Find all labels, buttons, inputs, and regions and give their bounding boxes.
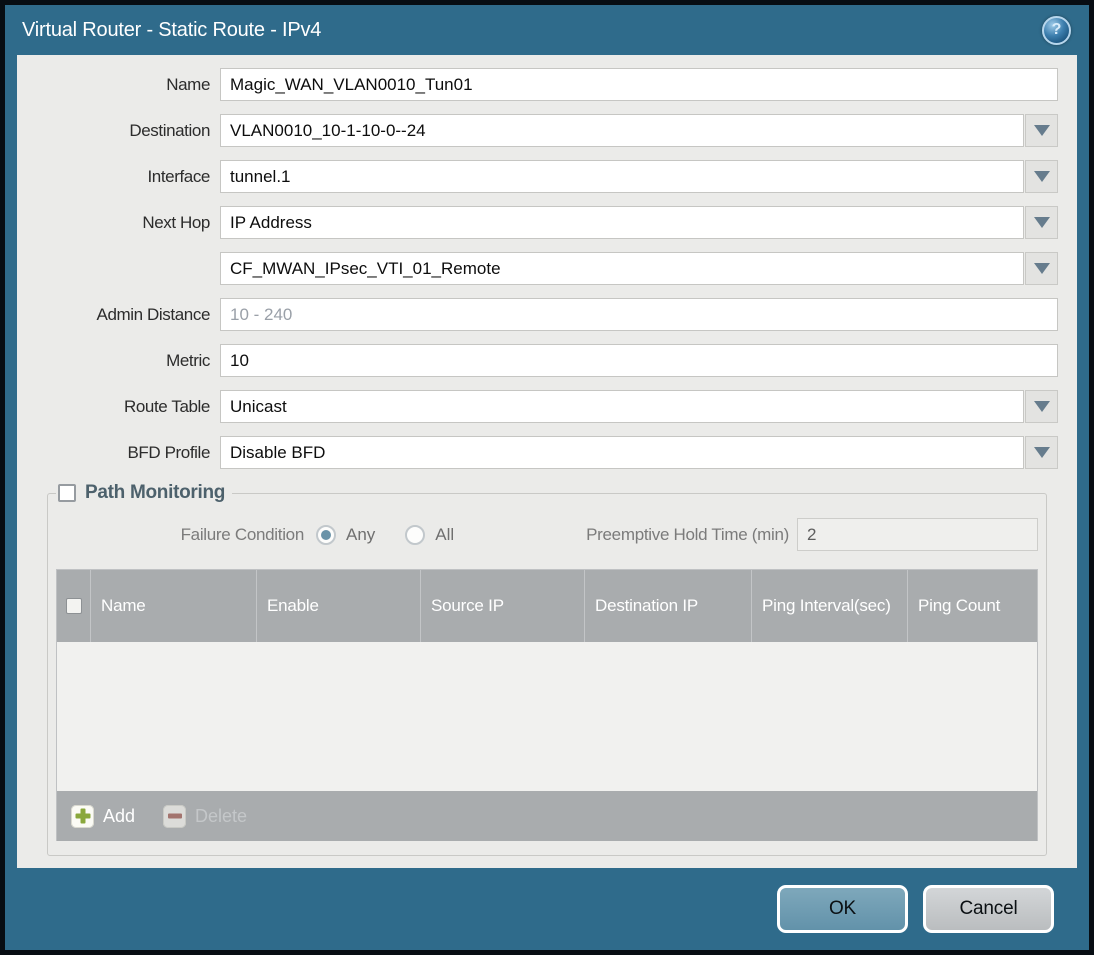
destination-label: Destination [129, 120, 210, 140]
next-hop-type-dropdown-button[interactable] [1025, 206, 1058, 239]
all-radio[interactable] [405, 524, 426, 545]
name-field-row: Name [36, 68, 1058, 101]
preemptive-hold-time-input[interactable] [797, 518, 1038, 551]
dialog-body: Name Destination Interface Next Hop [17, 55, 1077, 868]
chevron-down-icon [1033, 171, 1050, 182]
chevron-down-icon [1033, 447, 1050, 458]
metric-label: Metric [166, 350, 210, 370]
path-monitoring-legend: Path Monitoring [56, 482, 232, 504]
admin-distance-label: Admin Distance [96, 304, 211, 324]
name-label: Name [166, 74, 210, 94]
bfd-profile-input[interactable] [220, 436, 1024, 469]
dialog-title: Virtual Router - Static Route - IPv4 [22, 18, 322, 41]
next-hop-address-dropdown-button[interactable] [1025, 252, 1058, 285]
path-monitoring-table: Name Enable Source IP Destination IP Pin… [56, 569, 1038, 841]
table-toolbar: Add Delete [57, 791, 1037, 841]
next-hop-label: Next Hop [142, 212, 210, 232]
path-monitoring-section: Path Monitoring Failure Condition Any Al… [47, 482, 1047, 856]
destination-field-row: Destination [36, 114, 1058, 147]
minus-icon [163, 804, 187, 828]
select-all-checkbox[interactable] [65, 598, 82, 614]
column-header-destination-ip: Destination IP [585, 570, 752, 642]
path-monitoring-options-row: Failure Condition Any All Preemptive Hol… [56, 518, 1038, 551]
delete-button[interactable]: Delete [163, 804, 248, 828]
route-table-label: Route Table [123, 396, 210, 416]
interface-field-row: Interface [36, 160, 1058, 193]
bfd-profile-field-row: BFD Profile [36, 436, 1058, 469]
route-table-input[interactable] [220, 390, 1024, 423]
failure-condition-label: Failure Condition [180, 524, 305, 544]
table-header-checkbox-cell [57, 570, 91, 642]
add-button-label: Add [103, 805, 136, 826]
next-hop-type-input[interactable] [220, 206, 1024, 239]
dialog-footer: OK Cancel [5, 868, 1089, 950]
next-hop-address-input[interactable] [220, 252, 1024, 285]
table-body-empty [57, 642, 1037, 791]
next-hop-address-field-row [36, 252, 1058, 285]
destination-input[interactable] [220, 114, 1024, 147]
chevron-down-icon [1033, 217, 1050, 228]
failure-condition-any: Any [316, 524, 376, 545]
ok-button[interactable]: OK [777, 885, 908, 933]
column-header-source-ip: Source IP [421, 570, 585, 642]
chevron-down-icon [1033, 125, 1050, 136]
destination-dropdown-button[interactable] [1025, 114, 1058, 147]
plus-icon [71, 804, 94, 828]
bfd-profile-dropdown-button[interactable] [1025, 436, 1058, 469]
static-route-dialog: Virtual Router - Static Route - IPv4 ? N… [0, 0, 1094, 955]
interface-input[interactable] [220, 160, 1024, 193]
interface-dropdown-button[interactable] [1025, 160, 1058, 193]
next-hop-field-row: Next Hop [36, 206, 1058, 239]
preemptive-hold-time-label: Preemptive Hold Time (min) [586, 524, 789, 544]
table-header-row: Name Enable Source IP Destination IP Pin… [57, 570, 1037, 642]
chevron-down-icon [1033, 401, 1050, 412]
column-header-name: Name [91, 570, 257, 642]
name-input[interactable] [220, 68, 1058, 101]
metric-field-row: Metric [36, 344, 1058, 377]
admin-distance-field-row: Admin Distance [36, 298, 1058, 331]
all-radio-label: All [435, 524, 455, 544]
metric-input[interactable] [220, 344, 1058, 377]
chevron-down-icon [1033, 263, 1050, 274]
column-header-ping-count: Ping Count [918, 595, 1001, 615]
path-monitoring-title: Path Monitoring [85, 482, 226, 503]
bfd-profile-label: BFD Profile [127, 442, 210, 462]
add-button[interactable]: Add [71, 804, 136, 828]
any-radio[interactable] [316, 524, 336, 545]
delete-button-label: Delete [195, 805, 248, 826]
interface-label: Interface [147, 166, 210, 186]
column-header-enable: Enable [257, 570, 421, 642]
route-table-field-row: Route Table [36, 390, 1058, 423]
path-monitoring-checkbox[interactable] [58, 484, 76, 502]
failure-condition-all: All [405, 524, 455, 545]
column-header-ping-interval: Ping Interval(sec) [752, 570, 908, 642]
dialog-titlebar: Virtual Router - Static Route - IPv4 ? [5, 5, 1089, 55]
admin-distance-input[interactable] [220, 298, 1058, 331]
route-table-dropdown-button[interactable] [1025, 390, 1058, 423]
cancel-button[interactable]: Cancel [923, 885, 1054, 933]
help-icon[interactable]: ? [1042, 15, 1071, 45]
any-radio-label: Any [346, 524, 376, 544]
